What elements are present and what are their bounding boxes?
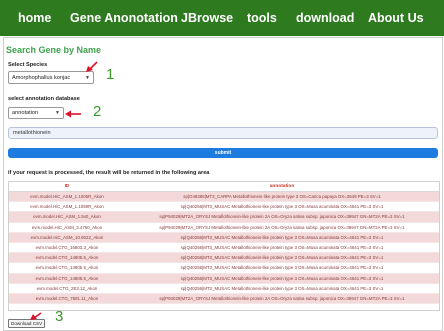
table-row: evm.model.HiC_ASM_1.1059R_Akon sp|Q40256|… (9, 201, 439, 213)
cell-gene-id: evm.model.HiC_ASM_10.9022_Akon (9, 232, 125, 243)
cell-annotation: sp|P94029|MT2A_ORYSJ Metallothionein-lik… (125, 222, 439, 233)
annotation-select[interactable]: annotation ▼ (8, 107, 64, 119)
callout-number-1: 1 (106, 66, 115, 83)
nav-jbrowse[interactable]: JBrowse (181, 11, 233, 25)
cell-annotation: sp|P94029|MT2A_ORYSJ Metallothionein-lik… (125, 211, 439, 223)
cell-gene-id: evm.model.HiC_ASM_3.4760_Akon (9, 222, 125, 233)
red-arrow-icon (86, 61, 98, 72)
table-row: evm.model.HiC_ASM_1.1005R_Akon sp|O48386|… (9, 191, 439, 203)
cell-annotation: sp|Q40256|MT3_MUSAC Metallothionein-like… (125, 232, 439, 243)
cell-gene-id: evm.model.HiC_ASM_1.1005R_Akon (9, 191, 125, 203)
table-header-row: ID annotation (9, 182, 439, 192)
table-row: evm.model.HiC_ASM_10.9022_Akon sp|Q40256|… (9, 232, 439, 243)
annotation-label: select annotation database (8, 96, 80, 102)
table-row: evm.model.CTG_2E3.12_Akon sp|Q40256|MT3_M… (9, 283, 439, 294)
chevron-down-icon: ▼ (55, 110, 60, 116)
cell-annotation: sp|Q40256|MT3_MUSAC Metallothionein-like… (125, 201, 439, 213)
gene-name-input-value: metallothionein (13, 130, 51, 136)
cell-gene-id: evm.model.CTG_14805.5_Akon (9, 262, 125, 274)
column-header-id: ID (9, 182, 125, 192)
callout-number-3: 3 (55, 308, 64, 325)
chevron-down-icon: ▼ (85, 74, 90, 81)
cell-gene-id: evm.model.HiC_ASM_1.1059R_Akon (9, 201, 125, 213)
cell-gene-id: evm.model.CTG_7581.11_Akon (9, 293, 125, 305)
gene-name-input[interactable]: metallothionein (8, 127, 438, 139)
cell-gene-id: evm.model.CTG_2E3.12_Akon (9, 283, 125, 294)
cell-gene-id: evm.model.CTG_14805.5_Akon (9, 252, 125, 264)
cell-annotation: sp|Q40256|MT3_MUSAC Metallothionein-like… (125, 283, 439, 294)
column-header-annotation: annotation (125, 182, 439, 192)
cell-annotation: sp|P94029|MT2A_ORYSJ Metallothionein-lik… (125, 293, 439, 305)
table-row: evm.model.HiC_ASM_1.5s0_Akon sp|P94029|MT… (9, 211, 439, 223)
red-arrow-icon (30, 312, 42, 320)
result-notice: if your request is processed, the result… (8, 170, 210, 176)
table-row: evm.model.CTG_14805.5_Akon sp|Q40256|MT3_… (9, 273, 439, 284)
nav-download[interactable]: download (296, 11, 354, 25)
cell-annotation: sp|O48386|MT3_CARPA Metallothionein-like… (125, 191, 439, 203)
cell-annotation: sp|Q40256|MT3_MUSAC Metallothionein-like… (125, 242, 439, 254)
nav-tools[interactable]: tools (247, 11, 277, 25)
results-table: ID annotation evm.model.HiC_ASM_1.1005R_… (8, 181, 440, 311)
species-select-value: Amorphophallus konjac (12, 74, 71, 81)
cell-annotation: sp|Q40256|MT3_MUSAC Metallothionein-like… (125, 273, 439, 284)
nav-home[interactable]: home (18, 11, 51, 25)
cell-gene-id: evm.model.CTG_14805.5_Akon (9, 273, 125, 284)
species-label: Select Species (8, 62, 48, 68)
table-row: evm.model.CTG_14805.5_Akon sp|Q40256|MT3_… (9, 262, 439, 274)
annotation-select-value: annotation (12, 110, 39, 116)
top-nav: home Gene Anonotation JBrowse tools down… (0, 0, 444, 36)
submit-button[interactable]: submit (8, 148, 438, 158)
cell-annotation: sp|Q40256|MT3_MUSAC Metallothionein-like… (125, 262, 439, 274)
table-row: evm.model.HiC_ASM_3.4760_Akon sp|P94029|M… (9, 222, 439, 233)
nav-gene-annotation[interactable]: Gene Anonotation (70, 11, 178, 25)
species-select[interactable]: Amorphophallus konjac ▼ (8, 71, 94, 84)
cell-gene-id: evm.model.HiC_ASM_1.5s0_Akon (9, 211, 125, 223)
table-row: evm.model.CTG_7581.11_Akon sp|P94029|MT2A… (9, 293, 439, 305)
cell-annotation: sp|Q40256|MT3_MUSAC Metallothionein-like… (125, 252, 439, 264)
callout-number-2: 2 (93, 103, 102, 120)
table-row: evm.model.CTG_16803.3_Akon sp|Q40256|MT3_… (9, 242, 439, 254)
cell-gene-id: evm.model.CTG_16803.3_Akon (9, 242, 125, 254)
red-arrow-icon (65, 110, 81, 118)
nav-about-us[interactable]: About Us (368, 11, 424, 25)
page-title: Search Gene by Name (6, 45, 102, 55)
table-row: evm.model.CTG_14805.5_Akon sp|Q40256|MT3_… (9, 252, 439, 264)
